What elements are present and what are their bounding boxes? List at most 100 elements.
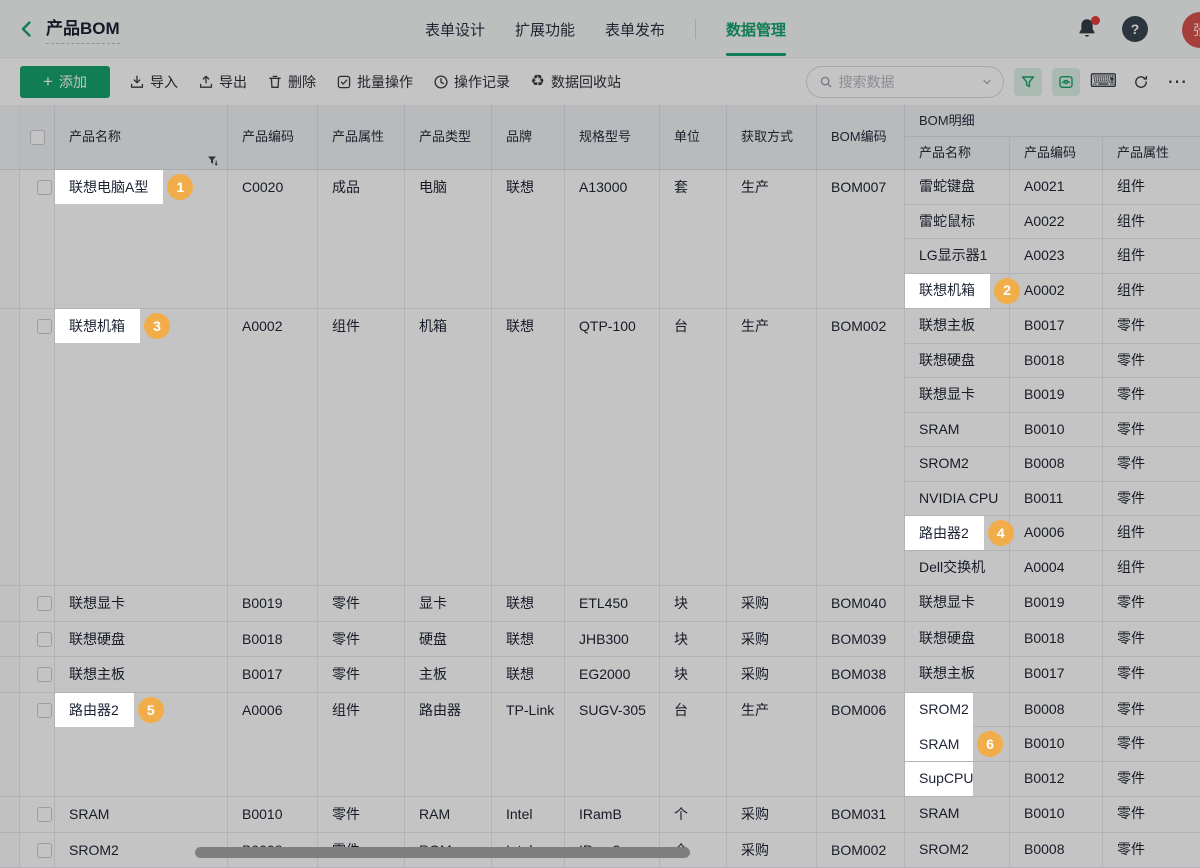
spotlight-cell: 联想电脑A型	[55, 170, 163, 204]
detail-row: 联想显卡B0019零件	[905, 586, 1200, 621]
cell-detail-code: B0008	[1010, 833, 1103, 868]
filter-button[interactable]	[1014, 68, 1042, 96]
col-header-detail-name: 产品名称	[905, 137, 1010, 169]
table-row: 联想机箱3A0002组件机箱联想QTP-100台生产BOM002联想主板B001…	[0, 309, 1200, 586]
export-icon	[197, 73, 214, 90]
row-checkbox[interactable]	[37, 319, 52, 334]
page-title: 产品BOM	[46, 14, 120, 44]
row-gutter	[0, 693, 20, 797]
toolbar-item-label: 数据回收站	[551, 72, 621, 92]
help-icon: ?	[1131, 21, 1140, 37]
keyboard-icon: ⌨	[1090, 71, 1117, 92]
export-button[interactable]: 导出	[197, 72, 247, 92]
import-button[interactable]: 导入	[128, 72, 178, 92]
cell-detail-attr: 组件	[1103, 205, 1200, 239]
row-checkbox[interactable]	[37, 843, 52, 858]
cell-detail-name: 联想硬盘	[905, 344, 1010, 378]
header-tabs: 表单设计扩展功能表单发布 数据管理	[425, 0, 786, 58]
col-header-product-type: 产品类型	[405, 105, 492, 169]
cell: 组件	[318, 693, 405, 797]
header-tab[interactable]: 表单设计	[425, 0, 485, 58]
cell-detail-name: SROM2	[905, 447, 1010, 481]
column-filter-icon[interactable]	[207, 131, 219, 169]
toolbar-right: ⌨ ⋯	[806, 58, 1188, 105]
spotlight-cell: 联想机箱	[905, 274, 990, 308]
back-button[interactable]	[12, 14, 42, 44]
detail-row: SRAM6B0010零件	[905, 727, 1200, 762]
cell-detail-attr: 零件	[1103, 344, 1200, 378]
cell: 联想电脑A型1	[55, 170, 228, 308]
chevron-down-icon	[981, 76, 993, 88]
app-window: 产品BOM 表单设计扩展功能表单发布数据管理 ? 张 + 添加 导入导出删除批量…	[0, 0, 1200, 868]
row-checkbox[interactable]	[37, 180, 52, 195]
cell-detail-attr: 零件	[1103, 833, 1200, 868]
cell: BOM002	[817, 309, 905, 585]
cell: 生产	[727, 309, 817, 585]
cell-detail-code: A0004	[1010, 551, 1103, 586]
help-button[interactable]: ?	[1122, 16, 1148, 42]
detail-row: 联想主板B0017零件	[905, 309, 1200, 344]
cell-detail-code: B0017	[1010, 657, 1103, 692]
delete-button[interactable]: 删除	[266, 72, 316, 92]
refresh-button[interactable]	[1127, 68, 1155, 96]
cell: BOM006	[817, 693, 905, 797]
header-tab[interactable]: 表单发布	[605, 0, 665, 58]
cell-detail-name: 联想显卡	[905, 586, 1010, 621]
cell-detail-attr: 零件	[1103, 797, 1200, 832]
cell: ETL450	[565, 586, 660, 621]
cell: EG2000	[565, 657, 660, 692]
select-all-checkbox[interactable]	[30, 130, 45, 145]
notification-button[interactable]	[1076, 17, 1100, 41]
display-settings-button[interactable]	[1052, 68, 1080, 96]
cell-detail-name: 联想主板	[905, 657, 1010, 692]
tour-spotlight: SROM2	[905, 693, 1009, 728]
cell: BOM039	[817, 622, 905, 657]
header-tab[interactable]: 数据管理	[726, 0, 786, 58]
chevron-left-icon	[17, 19, 37, 39]
refresh-icon	[1133, 74, 1149, 90]
cell-detail-code: B0008	[1010, 447, 1103, 481]
cell-detail-code: B0010	[1010, 727, 1103, 761]
search-box[interactable]	[806, 66, 1004, 98]
cell-detail-attr: 零件	[1103, 482, 1200, 516]
detail-row: SupCPUB0012零件	[905, 762, 1200, 797]
search-input[interactable]	[839, 74, 975, 90]
row-checkbox[interactable]	[37, 596, 52, 611]
row-checkbox[interactable]	[37, 632, 52, 647]
cell: 零件	[318, 586, 405, 621]
row-checkbox[interactable]	[37, 703, 52, 718]
row-gutter	[0, 309, 20, 585]
cell: 联想显卡	[55, 586, 228, 621]
cell: 采购	[727, 797, 817, 832]
row-checkbox[interactable]	[37, 807, 52, 822]
detail-row: 联想硬盘B0018零件	[905, 344, 1200, 379]
cell-detail-code: B0019	[1010, 586, 1103, 621]
col-header-acquire: 获取方式	[727, 105, 817, 169]
batch-actions-button[interactable]: 批量操作	[335, 72, 413, 92]
header-tab[interactable]: 扩展功能	[515, 0, 575, 58]
tour-spotlight: 联想电脑A型1	[55, 170, 227, 205]
more-button[interactable]: ⋯	[1167, 69, 1188, 94]
add-button[interactable]: + 添加	[20, 66, 110, 98]
cell-detail-name: SROM2	[905, 693, 1010, 727]
row-gutter	[0, 657, 20, 692]
toolbar: + 添加 导入导出删除批量操作操作记录 ♻数据回收站 ⌨ ⋯	[0, 58, 1200, 105]
col-header-spec: 规格型号	[565, 105, 660, 169]
cell-detail-attr: 零件	[1103, 622, 1200, 657]
horizontal-scrollbar-thumb[interactable]	[195, 847, 690, 858]
import-icon	[128, 73, 145, 90]
cell: 零件	[318, 797, 405, 832]
row-checkbox[interactable]	[37, 667, 52, 682]
recycle-bin-button[interactable]: ♻数据回收站	[529, 72, 621, 92]
operation-log-button[interactable]: 操作记录	[432, 72, 510, 92]
batch-icon	[335, 73, 352, 90]
step-badge: 2	[994, 278, 1020, 304]
detail-row: SRAMB0010零件	[905, 413, 1200, 448]
table-header: 产品名称 产品编码 产品属性 产品类型 品牌 规格型号 单位 获取方式 BOM编…	[0, 105, 1200, 170]
keyboard-shortcuts-button[interactable]: ⌨	[1090, 72, 1117, 91]
col-header-detail-code: 产品编码	[1010, 137, 1103, 169]
tour-spotlight: 路由器24	[905, 516, 1009, 551]
cell-detail-code: B0010	[1010, 413, 1103, 447]
cell: B0017	[228, 657, 318, 692]
table-row: 联想电脑A型1C0020成品电脑联想A13000套生产BOM007雷蛇键盘A00…	[0, 170, 1200, 309]
